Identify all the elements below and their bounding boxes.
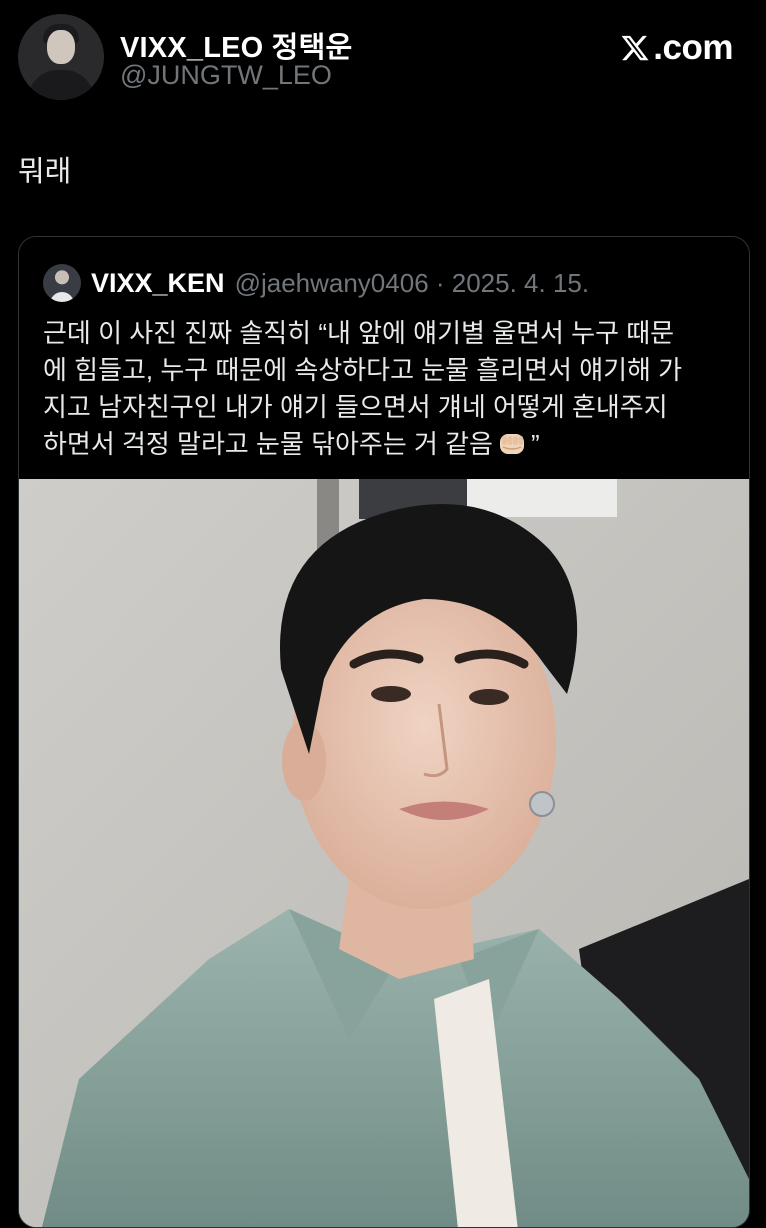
quote-author-avatar[interactable] xyxy=(43,264,81,302)
quote-text-line: 근데 이 사진 진짜 솔직히 “내 앞에 얘기별 울면서 누구 때문 xyxy=(43,318,675,348)
quote-header: VIXX_KEN @jaehwany0406 · 2025. 4. 15. xyxy=(43,263,589,303)
quote-text-line: 에 힘들고, 누구 때문에 속상하다고 눈물 흘리면서 얘기해 가 xyxy=(43,355,683,385)
quote-text-last-suffix: ” xyxy=(530,429,540,459)
author-handle[interactable]: @JUNGTW_LEO xyxy=(120,60,332,91)
quote-meta: @jaehwany0406 · 2025. 4. 15. xyxy=(234,267,590,298)
x-logo-icon xyxy=(621,35,649,61)
quote-text-last-line: 하면서 걱정 말라고 눈물 닦아주는 거 같음 ” xyxy=(43,426,733,463)
tweet-text: 뭐래 xyxy=(18,156,72,188)
fist-emoji-icon xyxy=(499,434,524,454)
quote-text-line: 지고 남자친구인 내가 얘기 들으면서 걔네 어떻게 혼내주지 xyxy=(43,392,668,422)
author-avatar[interactable] xyxy=(18,14,104,100)
avatar-shoulders xyxy=(28,70,94,100)
x-logo-suffix: .com xyxy=(653,28,733,67)
quote-text: 근데 이 사진 진짜 솔직히 “내 앞에 얘기별 울면서 누구 때문 에 힘들고… xyxy=(43,315,733,463)
quote-author-name[interactable]: VIXX_KEN xyxy=(91,268,225,299)
quote-photo[interactable] xyxy=(19,479,749,1227)
x-logo[interactable]: .com xyxy=(618,28,733,68)
avatar-head xyxy=(47,30,75,64)
selfie-photo xyxy=(19,479,749,1227)
quoted-tweet-card[interactable]: VIXX_KEN @jaehwany0406 · 2025. 4. 15. 근데… xyxy=(18,236,750,1228)
quote-text-last-prefix: 하면서 걱정 말라고 눈물 닦아주는 거 같음 xyxy=(43,429,493,459)
